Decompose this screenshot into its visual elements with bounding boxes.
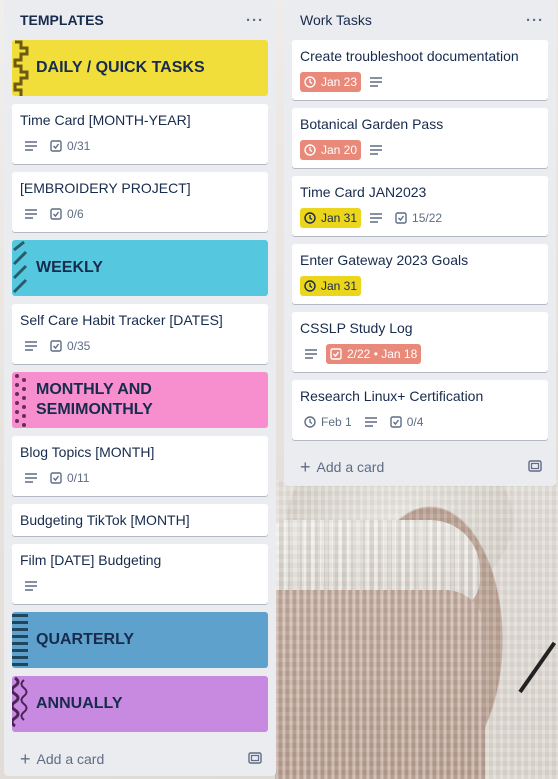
add-card-button[interactable]: + Add a card [12, 740, 268, 778]
separator-card-annually[interactable]: ANNUALLY [12, 676, 268, 732]
card-title: Enter Gateway 2023 Goals [300, 252, 469, 268]
background-photo-knit [276, 480, 558, 779]
due-date-badge[interactable]: Jan 23 [300, 72, 362, 92]
checkbox-icon [330, 348, 342, 360]
description-icon [365, 72, 387, 92]
diagonal-stripe-icon [12, 240, 28, 294]
clock-icon [304, 76, 316, 88]
card-csslp-study-log[interactable]: CSSLP Study Log 2/22 • Jan 18 [292, 312, 548, 372]
description-icon [20, 204, 42, 224]
wave-stripe-icon [12, 676, 28, 728]
card-troubleshoot-doc[interactable]: Create troubleshoot documentation Jan 23 [292, 40, 548, 100]
checklist-badge: 15/22 [391, 208, 446, 228]
list-templates: TEMPLATES ··· DAILY / QUICK TASKS Time C… [4, 0, 276, 776]
card-linux-certification[interactable]: Research Linux+ Certification Feb 1 0/4 [292, 380, 548, 440]
separator-card-quarterly[interactable]: QUARTERLY [12, 612, 268, 668]
horizontal-stripe-icon [12, 614, 28, 666]
list-title[interactable]: Work Tasks [300, 12, 372, 28]
checklist-badge: 0/31 [46, 136, 94, 156]
plus-icon: + [300, 457, 311, 477]
zigzag-stripe-icon [13, 40, 29, 96]
card-botanical-garden[interactable]: Botanical Garden Pass Jan 20 [292, 108, 548, 168]
checkbox-icon [50, 140, 62, 152]
list-header: TEMPLATES ··· [12, 0, 268, 40]
checkbox-icon [389, 416, 402, 428]
description-icon [365, 140, 387, 160]
description-icon [300, 344, 322, 364]
description-icon [20, 468, 42, 488]
card-title: CSSLP Study Log [300, 320, 413, 336]
separator-card-monthly[interactable]: MONTHLY AND SEMIMONTHLY [12, 372, 268, 428]
description-icon [360, 412, 382, 432]
card-timecard-template[interactable]: Time Card [MONTH-YEAR] 0/31 [12, 104, 268, 164]
checklist-badge: 0/35 [46, 336, 94, 356]
card-budgeting-tiktok[interactable]: Budgeting TikTok [MONTH] [12, 504, 268, 536]
clock-icon [304, 144, 316, 156]
card-title: Time Card [MONTH-YEAR] [20, 112, 191, 128]
list-menu-button[interactable]: ··· [246, 12, 264, 29]
checkbox-icon [50, 340, 62, 352]
separator-title: WEEKLY [36, 259, 103, 276]
separator-title: MONTHLY AND SEMIMONTHLY [36, 381, 153, 418]
add-card-button[interactable]: + Add a card [292, 448, 548, 486]
due-date-badge[interactable]: Jan 20 [300, 140, 362, 160]
due-date-badge[interactable]: Feb 1 [300, 412, 356, 432]
list-title[interactable]: TEMPLATES [20, 12, 104, 28]
card-title: Create troubleshoot documentation [300, 48, 519, 64]
card-title: [EMBROIDERY PROJECT] [20, 180, 191, 196]
list-work-tasks: Work Tasks ··· Create troubleshoot docum… [284, 0, 556, 486]
template-icon[interactable] [528, 459, 542, 475]
card-film-budgeting[interactable]: Film [DATE] Budgeting [12, 544, 268, 604]
due-date-badge[interactable]: Jan 31 [300, 276, 362, 296]
dotted-stripe-icon [15, 374, 26, 427]
card-title: Botanical Garden Pass [300, 116, 444, 132]
card-title: Time Card JAN2023 [300, 184, 427, 200]
list-menu-button[interactable]: ··· [526, 12, 544, 29]
card-timecard-jan2023[interactable]: Time Card JAN2023 Jan 31 15/22 [292, 176, 548, 236]
description-icon [20, 136, 42, 156]
separator-card-daily[interactable]: DAILY / QUICK TASKS [12, 40, 268, 96]
description-icon [20, 336, 42, 356]
card-blog-topics[interactable]: Blog Topics [MONTH] 0/11 [12, 436, 268, 496]
template-icon[interactable] [248, 751, 262, 767]
card-selfcare[interactable]: Self Care Habit Tracker [DATES] 0/35 [12, 304, 268, 364]
separator-card-weekly[interactable]: WEEKLY [12, 240, 268, 296]
checkbox-icon [50, 208, 62, 220]
separator-title: QUARTERLY [36, 631, 135, 648]
clock-icon [304, 280, 316, 292]
checkbox-icon [50, 472, 62, 484]
add-card-label: Add a card [36, 751, 105, 767]
card-title: Blog Topics [MONTH] [20, 444, 155, 460]
due-date-badge[interactable]: Jan 31 [300, 208, 362, 228]
card-title: Self Care Habit Tracker [DATES] [20, 312, 223, 328]
separator-title: ANNUALLY [36, 695, 123, 712]
description-icon [365, 208, 387, 228]
checklist-due-badge[interactable]: 2/22 • Jan 18 [326, 344, 422, 364]
card-embroidery[interactable]: [EMBROIDERY PROJECT] 0/6 [12, 172, 268, 232]
checklist-badge: 0/6 [46, 204, 88, 224]
add-card-label: Add a card [316, 459, 385, 475]
checklist-badge: 0/4 [386, 412, 428, 432]
card-title: Research Linux+ Certification [300, 388, 484, 404]
clock-icon [304, 212, 316, 224]
checkbox-icon [395, 212, 407, 224]
card-title: Film [DATE] Budgeting [20, 552, 162, 568]
list-header: Work Tasks ··· [292, 0, 548, 40]
card-title: Budgeting TikTok [MONTH] [20, 512, 190, 528]
checklist-badge: 0/11 [46, 468, 93, 488]
description-icon [20, 576, 42, 596]
plus-icon: + [20, 749, 31, 769]
clock-icon [304, 416, 316, 428]
separator-title: DAILY / QUICK TASKS [36, 59, 205, 76]
card-gateway-goals[interactable]: Enter Gateway 2023 Goals Jan 31 [292, 244, 548, 304]
